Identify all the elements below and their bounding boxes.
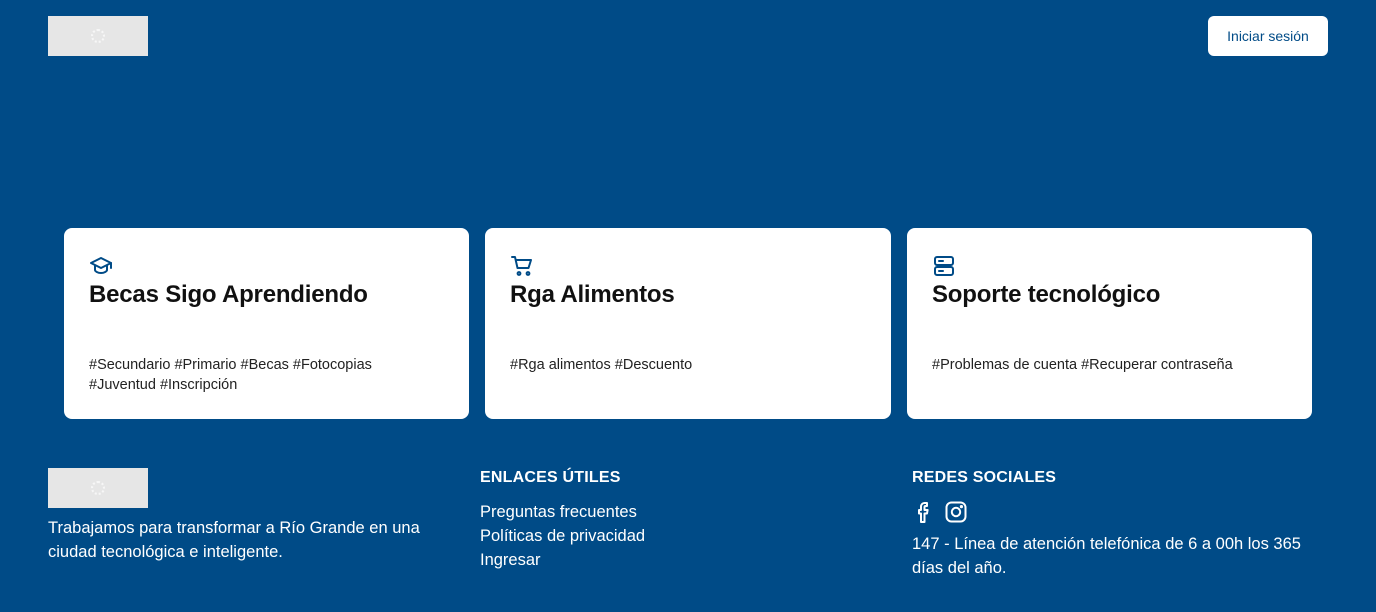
- shopping-cart-icon: [511, 256, 532, 276]
- instagram-icon[interactable]: [944, 500, 968, 524]
- service-card-becas[interactable]: Becas Sigo Aprendiendo #Secundario #Prim…: [64, 228, 469, 419]
- footer-link-login[interactable]: Ingresar: [480, 548, 645, 572]
- service-card-soporte[interactable]: Soporte tecnológico #Problemas de cuenta…: [907, 228, 1312, 419]
- card-tags: #Rga alimentos #Descuento: [510, 357, 693, 373]
- footer-links-list: Preguntas frecuentes Políticas de privac…: [480, 500, 645, 572]
- loading-spinner-icon: [91, 481, 105, 495]
- card-title: Rga Alimentos: [510, 281, 675, 308]
- server-icon: [934, 256, 954, 276]
- service-card-alimentos[interactable]: Rga Alimentos #Rga alimentos #Descuento: [485, 228, 891, 419]
- graduation-cap-icon: [90, 257, 112, 274]
- footer-logo[interactable]: [48, 468, 148, 508]
- footer-description: Trabajamos para transformar a Río Grande…: [48, 519, 420, 561]
- login-button[interactable]: Iniciar sesión: [1208, 16, 1328, 56]
- card-title: Soporte tecnológico: [932, 281, 1161, 308]
- phone-contact-text: 147 - Línea de atención telefónica de 6 …: [912, 535, 1301, 577]
- social-heading: REDES SOCIALES: [912, 469, 1057, 486]
- footer-link-privacy[interactable]: Políticas de privacidad: [480, 524, 645, 548]
- card-tags: #Secundario #Primario #Becas #Fotocopias…: [89, 357, 372, 393]
- facebook-icon[interactable]: [912, 500, 936, 524]
- header-logo[interactable]: [48, 16, 148, 56]
- card-title: Becas Sigo Aprendiendo: [89, 281, 368, 308]
- card-tags: #Problemas de cuenta #Recuperar contrase…: [932, 357, 1233, 373]
- links-heading: ENLACES ÚTILES: [480, 469, 621, 486]
- footer-link-faq[interactable]: Preguntas frecuentes: [480, 500, 645, 524]
- loading-spinner-icon: [91, 29, 105, 43]
